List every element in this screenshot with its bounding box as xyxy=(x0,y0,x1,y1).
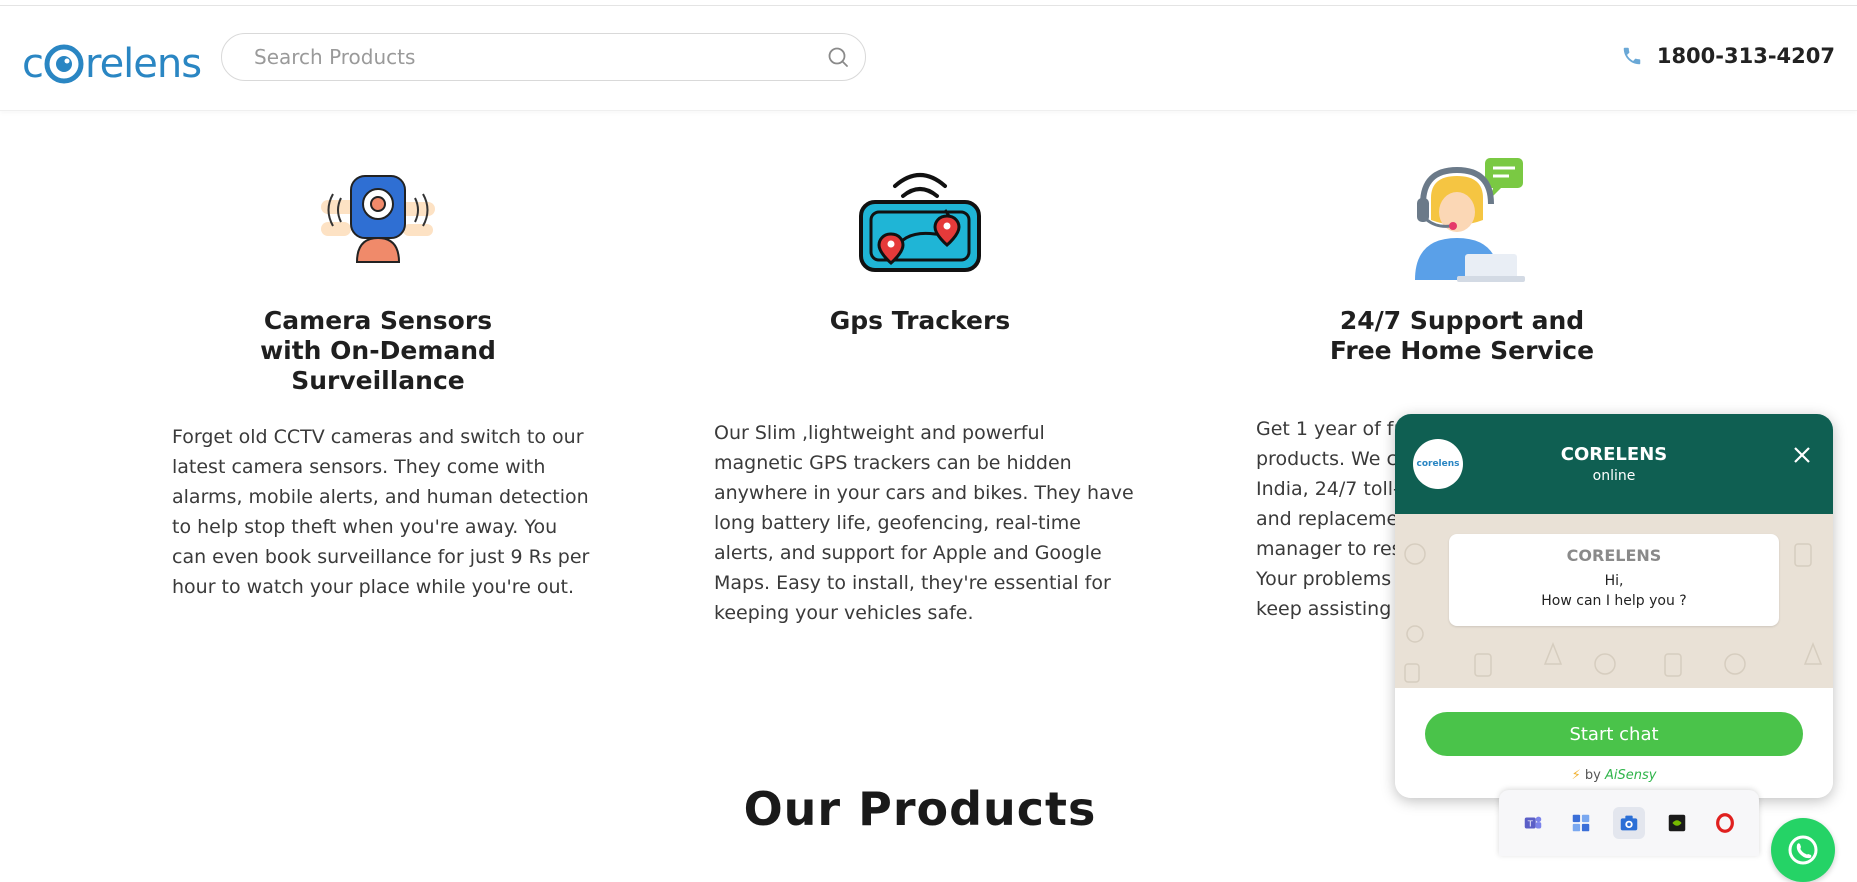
feature-gps-trackers: Gps Trackers Our Slim ,lightweight and p… xyxy=(700,150,1140,624)
nvidia-icon[interactable] xyxy=(1661,807,1693,839)
chat-footer: Start chat ⚡ by AiSensy xyxy=(1395,688,1833,798)
whatsapp-icon xyxy=(1788,835,1818,865)
corelens-logo[interactable]: c relens xyxy=(22,36,202,92)
chat-header: corelens CORELENS online xyxy=(1395,414,1833,514)
bolt-icon: ⚡ xyxy=(1571,768,1581,783)
feature-title: Camera Sensors with On-Demand Surveillan… xyxy=(260,306,496,395)
opera-icon[interactable] xyxy=(1709,807,1741,839)
phone-number: 1800-313-4207 xyxy=(1656,44,1835,68)
phone-contact[interactable]: 1800-313-4207 xyxy=(1621,44,1835,68)
support-agent-icon xyxy=(1415,158,1525,282)
system-tray-popup: T xyxy=(1499,790,1759,856)
feature-description: Forget old CCTV cameras and switch to ou… xyxy=(172,426,590,598)
feature-support-service: 24/7 Support and Free Home Service Get 1… xyxy=(1244,150,1680,620)
site-header: c relens 1800-313-4207 xyxy=(0,6,1857,111)
search-bar[interactable] xyxy=(221,33,866,81)
feature-title: 24/7 Support and Free Home Service xyxy=(1329,306,1595,365)
feature-title: Gps Trackers xyxy=(829,306,1011,335)
camera-app-icon[interactable] xyxy=(1613,807,1645,839)
close-icon[interactable] xyxy=(1791,444,1813,466)
teams-icon[interactable]: T xyxy=(1517,807,1549,839)
chat-message-bubble: CORELENS Hi, How can I help you ? xyxy=(1449,534,1779,626)
search-icon[interactable] xyxy=(827,46,849,68)
svg-text:T: T xyxy=(1527,819,1534,829)
logo-text-end: relens xyxy=(85,41,202,87)
phone-icon xyxy=(1623,47,1641,65)
whatsapp-chat-button[interactable] xyxy=(1771,818,1835,882)
gps-tracker-icon xyxy=(859,173,981,272)
eye-lens-icon xyxy=(44,44,84,84)
bubble-sender: CORELENS xyxy=(1566,546,1662,565)
camera-sensor-icon xyxy=(321,175,435,263)
feature-camera-sensors: Camera Sensors with On-Demand Surveillan… xyxy=(160,150,596,598)
start-chat-button[interactable]: Start chat xyxy=(1425,712,1803,756)
search-input[interactable] xyxy=(252,34,816,80)
powered-brand[interactable]: AiSensy xyxy=(1605,768,1656,783)
chat-widget: corelens CORELENS online CORELENS Hi, Ho… xyxy=(1395,414,1833,798)
chat-body: CORELENS Hi, How can I help you ? xyxy=(1395,514,1833,688)
logo-text-start: c xyxy=(22,41,44,87)
feature-description: Our Slim ,lightweight and powerful magne… xyxy=(714,422,1134,624)
widgets-icon[interactable] xyxy=(1565,807,1597,839)
bubble-message: Hi, How can I help you ? xyxy=(1541,573,1687,609)
powered-by: ⚡ by AiSensy xyxy=(1571,768,1657,783)
chat-contact-name: CORELENS xyxy=(1560,444,1668,465)
chat-status: online xyxy=(1592,468,1636,484)
